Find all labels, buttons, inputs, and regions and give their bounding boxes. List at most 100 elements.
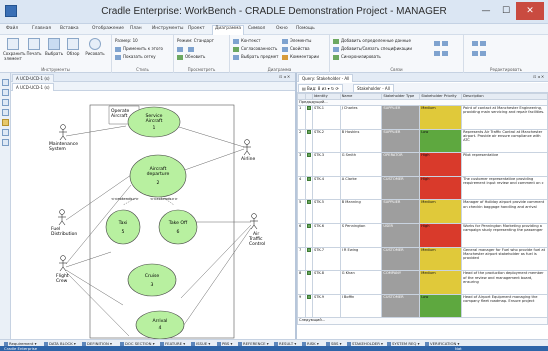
identity-cell[interactable]: STK-4	[311, 175, 341, 201]
identity-cell[interactable]: STK-2	[311, 128, 341, 154]
overview-button[interactable]: Обзор	[65, 38, 81, 56]
list-icon[interactable]	[2, 89, 9, 96]
stakeholder-tab[interactable]: Stakeholder - All	[353, 84, 394, 92]
table-row[interactable]: 9 STK-9 I Boffin CUSTOMER Low Head of Airport…	[297, 293, 548, 319]
diagram-tab-1[interactable]: A UCD-UCD-1 (s)	[12, 74, 54, 82]
identity-cell[interactable]: STK-9	[311, 293, 341, 319]
description-cell[interactable]: Manager of Holiday airport provide comme…	[461, 199, 548, 224]
stakeholder-priority-cell[interactable]: High	[419, 152, 463, 177]
stakeholder-type-cell[interactable]: CUSTOMER	[381, 246, 421, 272]
comments-button[interactable]: Комментарии	[282, 54, 319, 60]
usecase-taxi[interactable]: Taxi 5	[105, 209, 141, 245]
name-cell[interactable]: I Boffin	[339, 293, 383, 319]
select-button[interactable]: Выбрать	[45, 38, 63, 56]
usecase-service-aircraft[interactable]: Service Aircraft 1	[127, 106, 181, 138]
description-cell[interactable]: The customer representative providing re…	[461, 175, 548, 201]
stakeholder-priority-cell[interactable]: Medium	[419, 246, 463, 272]
name-cell[interactable]: G Khan	[339, 270, 383, 295]
stakeholder-type-cell[interactable]: CUSTOMER	[381, 293, 421, 319]
home-icon[interactable]	[2, 79, 9, 86]
menu-item[interactable]: Отображение	[90, 26, 126, 31]
table-row[interactable]: 4 STK-4 A Clarke CUSTOMER High The customer r…	[297, 175, 548, 201]
usecase-arrival[interactable]: Arrival 4	[135, 310, 185, 339]
synchronize-button[interactable]: Синхронизировать	[333, 54, 381, 60]
menu-item[interactable]: Символ	[246, 26, 267, 31]
menu-item[interactable]: Помощь	[294, 26, 317, 31]
usecase-aircraft-departure[interactable]: Aircraft departure 2	[129, 154, 187, 198]
add-data-button[interactable]: Добавить определенные данные	[333, 38, 411, 44]
description-cell[interactable]: Point of contact at Manchester Engineeri…	[461, 105, 548, 130]
identity-cell[interactable]: STK-8	[311, 270, 341, 295]
name-cell[interactable]: B Manning	[339, 199, 383, 224]
menu-item[interactable]: Инструменты	[150, 26, 185, 31]
stakeholder-type-cell[interactable]: CUSTOMER	[381, 175, 421, 201]
actor-flight-crew[interactable]	[59, 255, 67, 272]
table-row[interactable]: 5 STK-5 B Manning SUPPLIER Medium Manager of …	[297, 199, 548, 224]
close-button[interactable]: ✕	[516, 2, 544, 20]
query-tab[interactable]: Query: Stakeholder - All	[298, 74, 354, 82]
show-grid-button[interactable]: Показать сетку	[115, 54, 156, 60]
stakeholder-type-cell[interactable]: SUPPLIER	[381, 105, 421, 130]
description-cell[interactable]: Works for Pennington Marketing providing…	[461, 222, 548, 248]
menu-item[interactable]: Главная	[30, 26, 53, 31]
description-cell[interactable]: Pilot representative	[461, 152, 548, 177]
table-row[interactable]: 6 STK-6 S Pennington USER High Works for Penn…	[297, 222, 548, 248]
stakeholder-priority-cell[interactable]: Medium	[419, 199, 463, 224]
actor-air-traffic-control[interactable]	[250, 213, 258, 230]
menu-item[interactable]: Диаграмма	[212, 25, 245, 35]
refresh-button[interactable]: Обновить	[177, 54, 205, 60]
table-row[interactable]: 1 STK-1 J Charles SUPPLIER Medium Point of co…	[297, 105, 548, 130]
stakeholder-type-cell[interactable]: SUPPLIER	[381, 199, 421, 224]
name-cell[interactable]: G Smith	[339, 152, 383, 177]
stakeholder-priority-cell[interactable]: Low	[419, 128, 463, 154]
print-button[interactable]: Печать	[25, 38, 43, 56]
use-case-diagram[interactable]: Operate Aircraft Service Aircraft 1 Aircraf…	[11, 92, 297, 339]
identity-cell[interactable]: STK-6	[311, 222, 341, 248]
folder-icon[interactable]	[2, 119, 9, 126]
stakeholder-priority-cell[interactable]: High	[419, 222, 463, 248]
description-cell[interactable]: Head of the production deployment member…	[461, 270, 548, 295]
table-row-next[interactable]: Следующий...	[297, 317, 548, 326]
menu-item[interactable]: План	[128, 26, 144, 31]
stakeholder-type-cell[interactable]: SUPPLIER	[381, 128, 421, 154]
table-row[interactable]: 8 STK-8 G Khan COMPANY Medium Head of the pro…	[297, 270, 548, 295]
next-link[interactable]: Следующий...	[297, 317, 548, 326]
view-selector[interactable]: ▤ Вид: 8 из ▾ ↻ ⟳	[298, 84, 343, 92]
actor-fuel-distribution[interactable]	[58, 209, 66, 226]
query-icon[interactable]	[2, 109, 9, 116]
identity-cell[interactable]: STK-5	[311, 199, 341, 224]
link-spec-button[interactable]: Добавить/Связать спецификации	[333, 46, 412, 52]
actor-maintenance-system[interactable]	[59, 124, 67, 141]
view-mode-select[interactable]: Режим: Стандарт	[177, 38, 214, 43]
context-button[interactable]: Контекст	[233, 38, 261, 44]
zoom-out-button[interactable]	[188, 46, 196, 52]
menu-item[interactable]: Файл	[4, 26, 20, 31]
minimize-button[interactable]: —	[476, 2, 496, 20]
identity-cell[interactable]: STK-1	[311, 105, 341, 130]
menu-item[interactable]: Вставка	[58, 26, 81, 31]
stakeholder-type-cell[interactable]: OPERATOR	[381, 152, 421, 177]
save-element-button[interactable]: Сохранить элемент	[3, 38, 26, 61]
font-size-select[interactable]: Размер: 10	[115, 38, 138, 43]
draw-button[interactable]: Рисовать	[83, 38, 107, 56]
consistency-button[interactable]: Согласованность	[233, 46, 277, 52]
table-row[interactable]: 7 STK-7 I R Ewing CUSTOMER Medium General man…	[297, 246, 548, 272]
properties-button[interactable]: Свойства	[282, 46, 310, 52]
stakeholder-type-cell[interactable]: COMPANY	[381, 270, 421, 295]
apply-style-button[interactable]: Применить к этого	[115, 46, 163, 52]
description-cell[interactable]: Head of Airport Equipment managing the c…	[461, 293, 548, 319]
name-cell[interactable]: J Charles	[339, 105, 383, 130]
stakeholder-priority-cell[interactable]: Low	[419, 293, 463, 319]
menu-item[interactable]: Проект	[186, 26, 207, 31]
description-cell[interactable]: Represents Air Traffic Control at Manche…	[461, 128, 548, 154]
maximize-button[interactable]: ☐	[496, 2, 516, 20]
pane-controls[interactable]: ⊡ ◂ ✕	[533, 74, 544, 79]
table-row[interactable]: 2 STK-2 B Hoskins SUPPLIER Low Represents Air…	[297, 128, 548, 154]
zoom-in-button[interactable]	[177, 46, 185, 52]
stakeholder-priority-cell[interactable]: Medium	[419, 105, 463, 130]
table-row[interactable]: 3 STK-3 G Smith OPERATOR High Pilot represent…	[297, 152, 548, 177]
identity-cell[interactable]: STK-7	[311, 246, 341, 272]
diagram-icon[interactable]	[2, 129, 9, 136]
select-item-button[interactable]: Выбрать предмет	[233, 54, 279, 60]
copy-button[interactable]	[472, 40, 488, 46]
